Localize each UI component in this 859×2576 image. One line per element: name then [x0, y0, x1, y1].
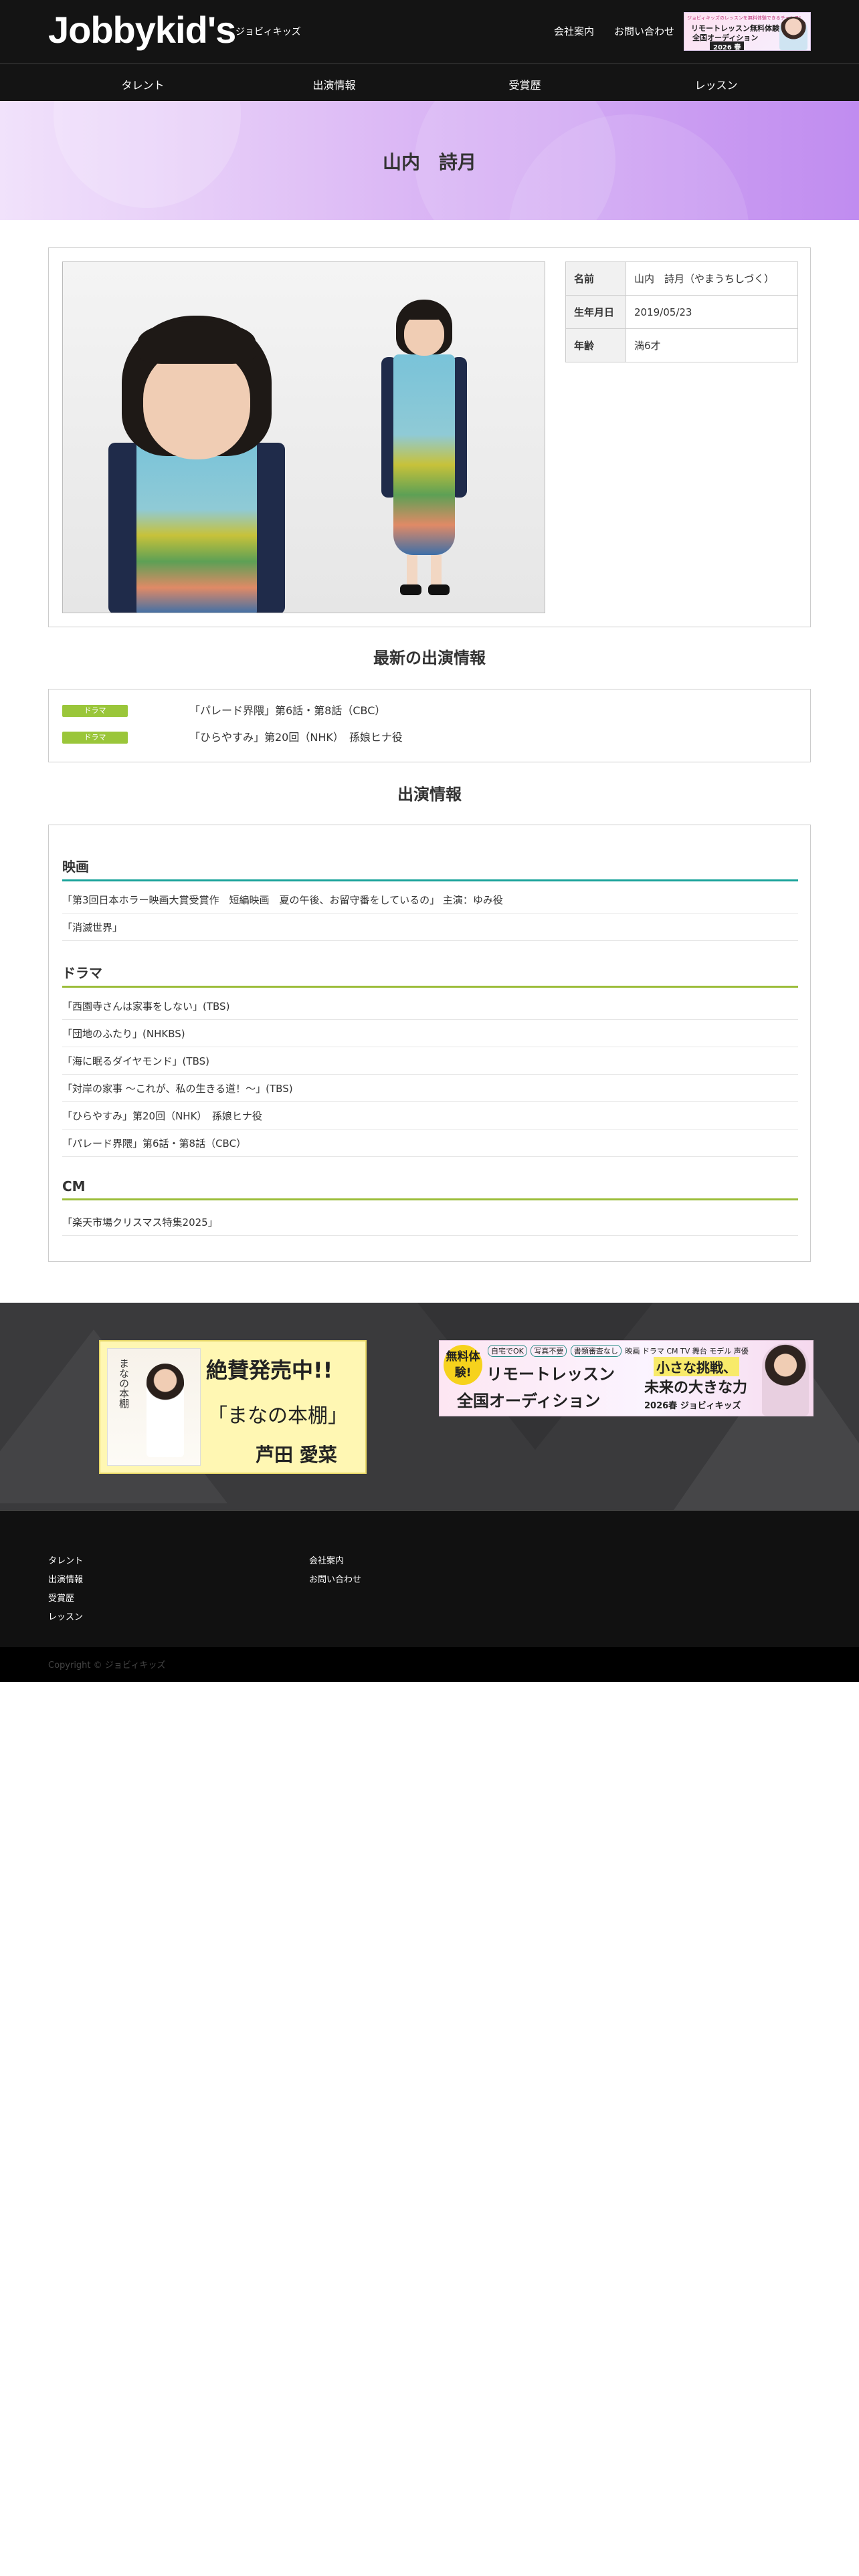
feature-pill: 書類審査なし: [570, 1345, 622, 1357]
promo-banner-band: まなの本棚 絶賛発売中!! 「まなの本棚」 芦田 愛菜 無料体験! 自宅でOK …: [0, 1303, 859, 1510]
book-headline: 絶賛発売中!!: [206, 1358, 333, 1383]
book-promo-banner[interactable]: まなの本棚 絶賛発売中!! 「まなの本棚」 芦田 愛菜: [99, 1340, 367, 1474]
profile-row-name: 名前 山内 詩月（やまうちしづく）: [565, 261, 798, 296]
footer-link-talent[interactable]: タレント: [48, 1553, 83, 1566]
appearance-item: 「消滅世界」: [62, 914, 798, 941]
audition-promo-banner[interactable]: 無料体験! 自宅でOK 写真不要 書類審査なし 映画 ドラマ CM TV 舞台 …: [439, 1340, 814, 1416]
banner-photo: [779, 17, 807, 50]
category-tag: ドラマ: [62, 705, 128, 717]
contact-link[interactable]: お問い合わせ: [614, 24, 674, 38]
feature-pill: 写真不要: [531, 1345, 567, 1357]
footer-link-appearances[interactable]: 出演情報: [48, 1572, 83, 1585]
site-footer: タレント 出演情報 受賞歴 レッスン 会社案内 お問い合わせ: [0, 1510, 859, 1647]
appearance-item: 「楽天市場クリスマス特集2025」: [62, 1209, 798, 1236]
appearance-item: 「パレード界隈」第6話・第8話（CBC）: [62, 1130, 798, 1157]
page-title: 山内 詩月: [382, 151, 476, 173]
audition-season: 2026春 ジョビィキッズ: [644, 1401, 741, 1411]
profile-row-age: 年齢 満6才: [565, 328, 798, 362]
audition-banner-photo: [762, 1344, 809, 1416]
appearance-item: 「第3回日本ホラー映画大賞受賞作 短編映画 夏の午後、お留守番をしているの」 主…: [62, 887, 798, 914]
profile-photo: [62, 261, 545, 613]
portrait-fullbody: [377, 296, 471, 603]
nav-awards[interactable]: 受賞歴: [417, 76, 632, 92]
profile-row-birthday: 生年月日 2019/05/23: [565, 295, 798, 329]
appearances-box: 映画 「第3回日本ホラー映画大賞受賞作 短編映画 夏の午後、お留守番をしているの…: [48, 825, 811, 1262]
latest-item: ドラマ 「ひらやすみ」第20回（NHK） 孫娘ヒナ役: [62, 730, 798, 746]
site-logo[interactable]: Jobbykid's: [48, 7, 236, 53]
appearances-section-title: 出演情報: [397, 785, 462, 804]
logo-subtitle: ジョビィキッズ: [235, 27, 301, 37]
appearance-item: 「西園寺さんは家事をしない」(TBS): [62, 993, 798, 1020]
profile-value: 2019/05/23: [626, 295, 798, 329]
portrait-closeup: [96, 302, 297, 613]
catch-line1: 小さな挑戦、: [654, 1357, 739, 1376]
profile-box: 名前 山内 詩月（やまうちしづく） 生年月日 2019/05/23 年齢 満6才: [48, 247, 811, 627]
book-cover-photo: [147, 1364, 184, 1457]
feature-pill: 自宅でOK: [488, 1345, 527, 1357]
main-nav: タレント 出演情報 受賞歴 レッスン: [0, 64, 859, 101]
footer-link-awards[interactable]: 受賞歴: [48, 1591, 74, 1604]
footer-link-company[interactable]: 会社案内: [309, 1553, 344, 1566]
nav-appearances[interactable]: 出演情報: [227, 76, 442, 92]
book-author: 芦田 愛菜: [256, 1444, 337, 1466]
profile-key: 年齢: [565, 328, 626, 362]
profile-value: 山内 詩月（やまうちしづく）: [626, 261, 798, 296]
banner-season: 2026 春: [710, 41, 745, 50]
footer-link-contact[interactable]: お問い合わせ: [309, 1572, 361, 1585]
copyright-bar: Copyright © ジョビィキッズ: [0, 1647, 859, 1682]
company-info-link[interactable]: 会社案内: [554, 24, 594, 38]
hero-banner: 山内 詩月: [0, 101, 859, 220]
catch-line2: 未来の大きな力: [644, 1380, 748, 1396]
category-tag: ドラマ: [62, 732, 128, 744]
book-cover-title: まなの本棚: [118, 1358, 130, 1408]
audition-line2: 全国オーディション: [457, 1392, 601, 1410]
audition-line1: リモートレッスン: [486, 1365, 615, 1384]
latest-box: ドラマ 「パレード界隈」第6話・第8話（CBC） ドラマ 「ひらやすみ」第20回…: [48, 689, 811, 762]
category-heading-film: 映画: [62, 856, 798, 881]
appearance-item: 「団地のふたり」(NHKBS): [62, 1021, 798, 1047]
feature-pills: 自宅でOK 写真不要 書類審査なし 映画 ドラマ CM TV 舞台 モデル 声優: [488, 1345, 749, 1357]
site-header: Jobbykid's ジョビィキッズ 会社案内 お問い合わせ ジョビィキッズのレ…: [0, 0, 859, 64]
latest-text: 「ひらやすみ」第20回（NHK） 孫娘ヒナ役: [189, 731, 403, 744]
profile-key: 名前: [565, 261, 626, 296]
profile-value: 満6才: [626, 328, 798, 362]
category-heading-cm: CM: [62, 1178, 798, 1200]
nav-lessons[interactable]: レッスン: [609, 76, 824, 92]
profile-table: 名前 山内 詩月（やまうちしづく） 生年月日 2019/05/23 年齢 満6才: [565, 261, 798, 362]
appearance-item: 「海に眠るダイヤモンド」(TBS): [62, 1048, 798, 1075]
latest-section-title: 最新の出演情報: [373, 649, 486, 667]
appearance-item: 「対岸の家事 〜これが、私の生きる道！〜」(TBS): [62, 1075, 798, 1102]
genres-text: 映画 ドラマ CM TV 舞台 モデル 声優: [625, 1347, 749, 1356]
free-badge: 無料体験!: [444, 1345, 482, 1385]
copyright-text: Copyright © ジョビィキッズ: [48, 1660, 166, 1671]
latest-item: ドラマ 「パレード界隈」第6話・第8話（CBC）: [62, 703, 798, 719]
book-title: 「まなの本棚」: [207, 1404, 348, 1428]
book-cover: まなの本棚: [107, 1348, 201, 1466]
audition-header-banner[interactable]: ジョビィキッズのレッスンを無料体験できるチャンス! リモートレッスン無料体験 全…: [684, 12, 811, 51]
profile-key: 生年月日: [565, 295, 626, 329]
footer-link-lessons[interactable]: レッスン: [48, 1610, 83, 1622]
appearance-item: 「ひらやすみ」第20回（NHK） 孫娘ヒナ役: [62, 1103, 798, 1130]
category-heading-drama: ドラマ: [62, 962, 798, 988]
latest-text: 「パレード界隈」第6話・第8話（CBC）: [189, 704, 386, 717]
nav-talent[interactable]: タレント: [35, 76, 250, 92]
